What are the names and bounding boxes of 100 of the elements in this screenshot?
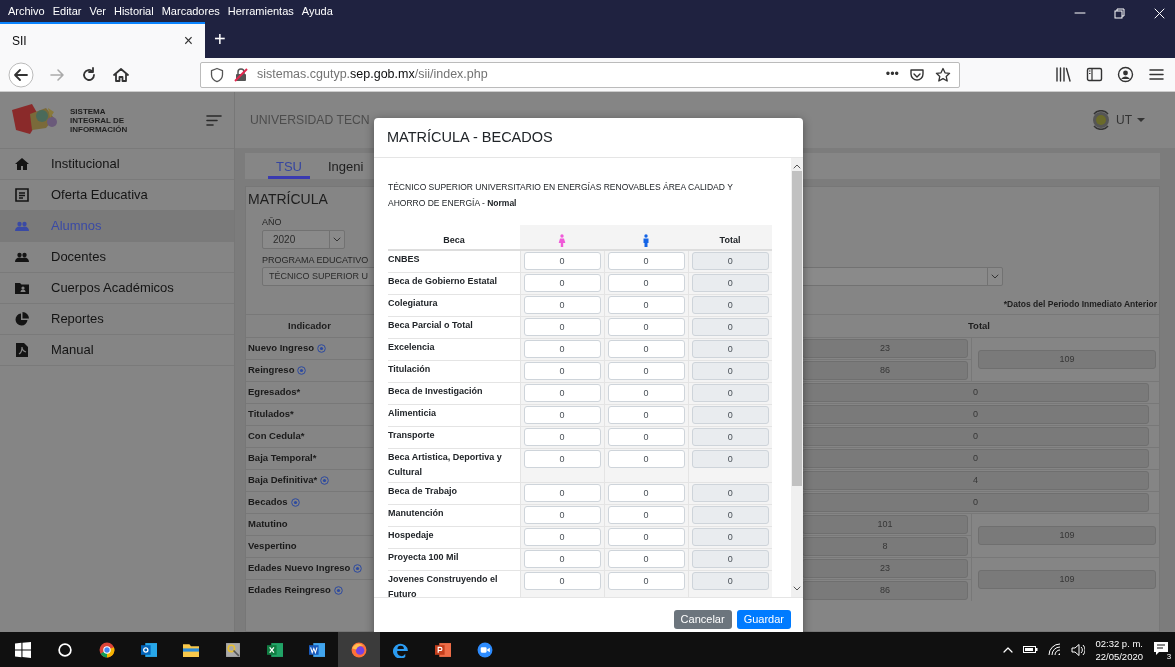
number-field[interactable]: 0 [523, 484, 601, 502]
volume-icon[interactable] [1071, 642, 1086, 657]
sidebar-item[interactable]: Cuerpos Académicos [0, 273, 234, 304]
new-tab-button[interactable]: + [205, 22, 235, 58]
number-field[interactable]: 0 [607, 296, 685, 314]
home-icon[interactable] [112, 65, 130, 84]
account-icon[interactable] [1117, 66, 1134, 83]
number-field[interactable]: 0 [523, 450, 601, 468]
document-icon[interactable] [309, 641, 325, 658]
number-field[interactable]: 0 [523, 296, 601, 314]
scroll-up-icon[interactable] [793, 164, 801, 169]
total-field[interactable]: 0 [691, 450, 769, 468]
browser-icon[interactable] [351, 641, 367, 658]
program-tab[interactable]: Ingeni [320, 153, 372, 179]
back-icon[interactable] [8, 61, 34, 88]
total-field[interactable]: 0 [691, 252, 769, 270]
start-icon[interactable] [15, 641, 31, 658]
total-field[interactable]: 0 [691, 384, 769, 402]
number-field[interactable]: 0 [523, 572, 601, 590]
sidebar-item[interactable]: Docentes [0, 242, 234, 273]
total-field[interactable]: 0 [691, 550, 769, 568]
total-field[interactable]: 0 [691, 274, 769, 292]
number-field[interactable]: 0 [607, 362, 685, 380]
sidebar-icon[interactable] [1086, 66, 1103, 83]
menu-item[interactable]: Editar [52, 2, 82, 20]
scrollbar-thumb[interactable] [792, 171, 802, 486]
close-icon[interactable] [1154, 8, 1165, 19]
menu-item[interactable]: Historial [113, 2, 154, 20]
search-icon[interactable] [57, 641, 73, 658]
number-field[interactable]: 0 [523, 406, 601, 424]
battery-icon[interactable] [1023, 644, 1039, 655]
sidebar-item[interactable]: Manual [0, 335, 234, 366]
number-field[interactable]: 0 [607, 252, 685, 270]
save-button[interactable]: Guardar [736, 610, 791, 629]
menu-toggle-icon[interactable] [206, 113, 222, 127]
address-bar[interactable]: sistemas.cgutyp.sep.gob.mx/sii/index.php ••• [200, 61, 960, 88]
presentation-icon[interactable] [435, 641, 451, 658]
folder-icon[interactable] [183, 641, 199, 658]
number-field[interactable]: 0 [607, 484, 685, 502]
menu-item[interactable]: Ver [89, 2, 106, 20]
total-field[interactable]: 0 [691, 296, 769, 314]
number-field[interactable]: 0 [607, 572, 685, 590]
number-field[interactable]: 0 [607, 528, 685, 546]
clock[interactable]: 02:32 p. m. 22/05/2020 [1095, 636, 1143, 663]
number-field[interactable]: 0 [607, 506, 685, 524]
number-field[interactable]: 0 [523, 550, 601, 568]
number-field[interactable]: 0 [523, 528, 601, 546]
notification-icon[interactable] [1153, 640, 1169, 657]
menu-icon[interactable] [1148, 66, 1165, 83]
total-field[interactable]: 0 [691, 528, 769, 546]
sidebar-item[interactable]: Institucional [0, 149, 234, 180]
number-field[interactable]: 0 [607, 550, 685, 568]
cancel-button[interactable]: Cancelar [673, 610, 732, 629]
number-field[interactable]: 0 [607, 450, 685, 468]
number-field[interactable]: 0 [523, 362, 601, 380]
video-camera-icon[interactable] [477, 641, 493, 658]
number-field[interactable]: 0 [607, 340, 685, 358]
app-icon[interactable] [225, 641, 241, 658]
browser-icon[interactable] [99, 641, 115, 658]
total-field[interactable]: 0 [691, 506, 769, 524]
scrollbar[interactable] [791, 158, 803, 597]
total-field[interactable]: 0 [691, 318, 769, 336]
scroll-down-icon[interactable] [793, 586, 801, 591]
total-field[interactable]: 0 [691, 340, 769, 358]
total-field[interactable]: 0 [691, 428, 769, 446]
number-field[interactable]: 0 [607, 406, 685, 424]
number-field[interactable]: 0 [607, 384, 685, 402]
wifi-icon[interactable] [1048, 643, 1062, 656]
browser-icon[interactable] [393, 641, 409, 658]
spreadsheet-icon[interactable] [267, 641, 283, 658]
year-select[interactable]: 2020 [262, 229, 345, 249]
sidebar-item[interactable]: Reportes [0, 304, 234, 335]
total-field[interactable]: 0 [691, 484, 769, 502]
number-field[interactable]: 0 [607, 274, 685, 292]
number-field[interactable]: 0 [523, 506, 601, 524]
total-field[interactable]: 0 [691, 572, 769, 590]
number-field[interactable]: 0 [523, 384, 601, 402]
number-field[interactable]: 0 [523, 318, 601, 336]
number-field[interactable]: 0 [523, 428, 601, 446]
mail-icon[interactable] [141, 641, 157, 658]
number-field[interactable]: 0 [523, 252, 601, 270]
browser-tab[interactable]: SII × [0, 22, 205, 58]
restore-icon[interactable] [1114, 8, 1126, 19]
number-field[interactable]: 0 [523, 340, 601, 358]
number-field[interactable]: 0 [607, 428, 685, 446]
menu-item[interactable]: Herramientas [227, 2, 294, 20]
chevron-up-icon[interactable] [1003, 645, 1014, 654]
number-field[interactable]: 0 [607, 318, 685, 336]
library-icon[interactable] [1055, 66, 1072, 83]
bookmark-star-icon[interactable] [935, 66, 951, 83]
menu-item[interactable]: Ayuda [301, 2, 333, 20]
number-field[interactable]: 0 [523, 274, 601, 292]
reload-icon[interactable] [80, 65, 98, 84]
total-field[interactable]: 0 [691, 362, 769, 380]
total-field[interactable]: 0 [691, 406, 769, 424]
menu-item[interactable]: Marcadores [161, 2, 220, 20]
page-actions-button[interactable]: ••• [885, 65, 899, 84]
menu-item[interactable]: Archivo [8, 2, 45, 20]
tab-close-button[interactable]: × [183, 29, 193, 53]
pocket-icon[interactable] [909, 66, 925, 83]
